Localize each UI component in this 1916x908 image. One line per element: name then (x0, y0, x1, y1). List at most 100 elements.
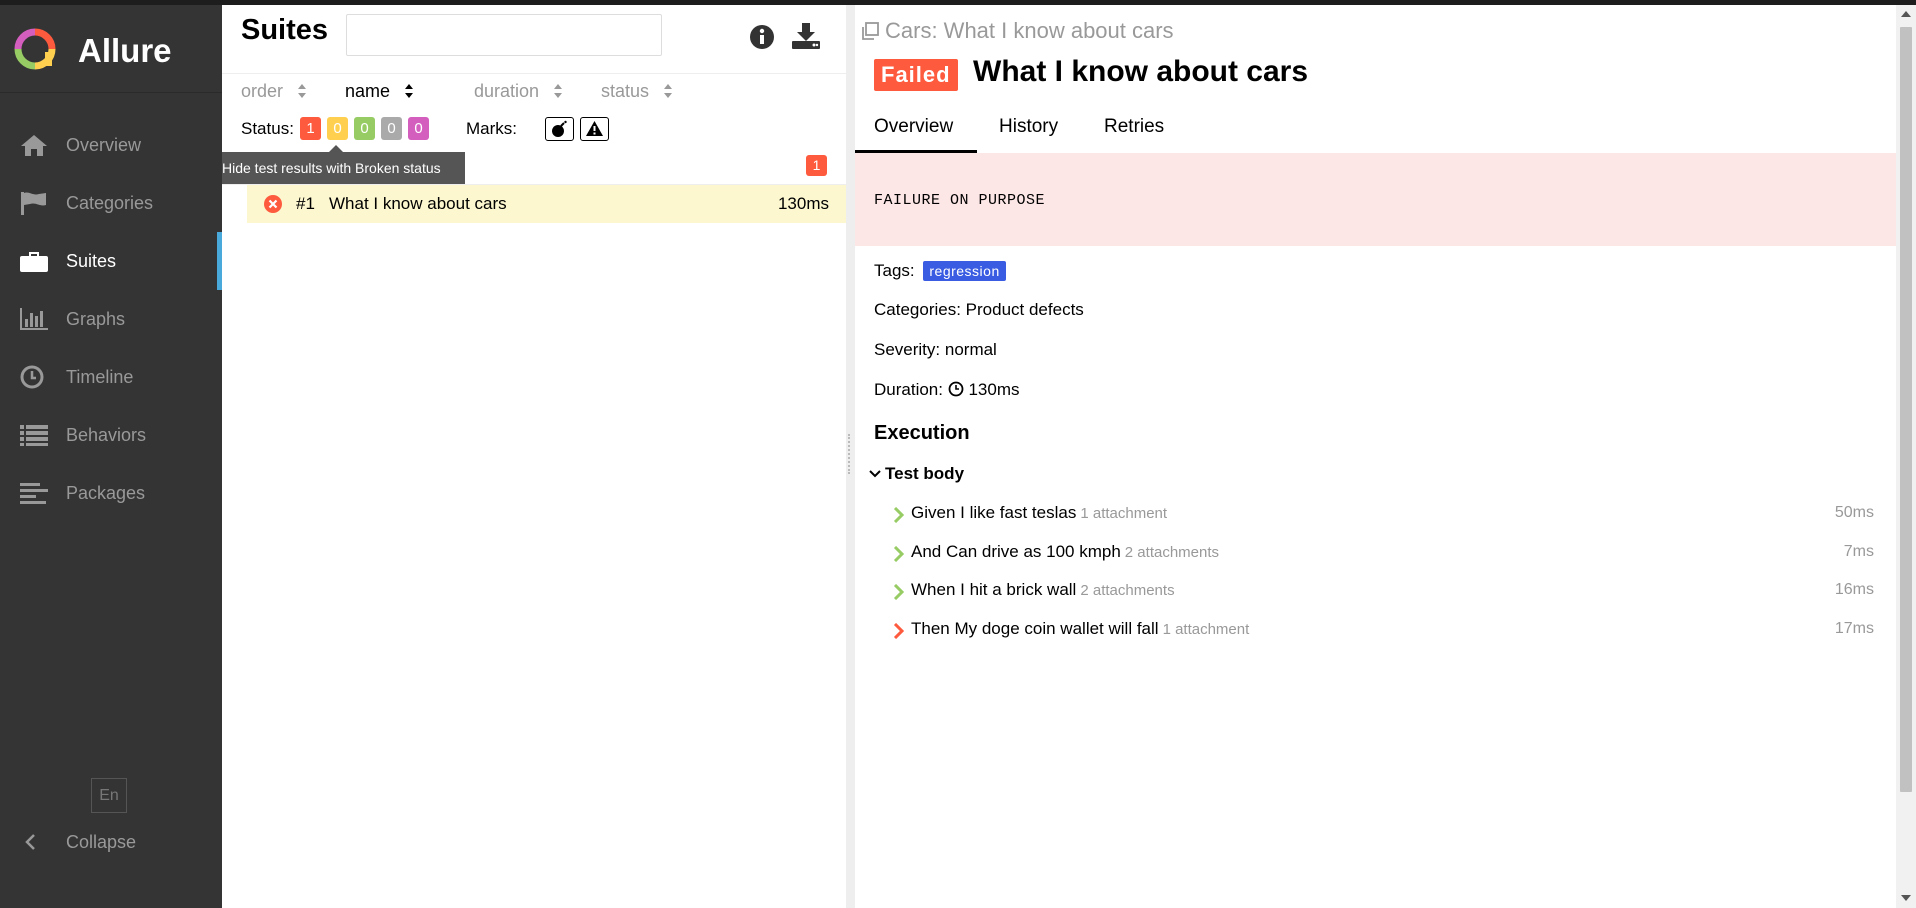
collapse-button[interactable]: Collapse (0, 823, 222, 863)
tags-label: Tags: (874, 261, 915, 280)
sidebar-item-suites[interactable]: Suites (0, 232, 222, 290)
failed-status-icon (264, 195, 282, 213)
step-name: When I hit a brick wall (911, 580, 1077, 599)
clock-icon (948, 381, 964, 397)
categories-value: Product defects (965, 300, 1084, 319)
step-row[interactable]: And Can drive as 100 kmph 2 attachments 7… (893, 542, 1893, 568)
align-left-icon (20, 483, 48, 504)
tab-history[interactable]: History (999, 116, 1058, 138)
chevron-down-icon (869, 470, 881, 478)
test-detail-pane: Cars: What I know about cars Failed What… (855, 5, 1896, 908)
tab-bar: Overview History Retries (855, 109, 1896, 154)
known-issue-mark-toggle[interactable] (580, 117, 609, 141)
sort-duration[interactable]: duration (474, 81, 563, 102)
duration-row: Duration: 130ms (874, 380, 1019, 400)
clock-icon (20, 365, 44, 389)
collapse-label: Collapse (66, 832, 137, 852)
breadcrumb-text: Cars: What I know about cars (885, 18, 1174, 43)
flag-icon (21, 192, 46, 215)
test-body-label: Test body (885, 464, 965, 483)
sidebar-item-label: Timeline (66, 367, 134, 387)
step-name: And Can drive as 100 kmph (911, 542, 1121, 561)
sidebar-item-behaviors[interactable]: Behaviors (0, 406, 222, 464)
tooltip-text: Hide test results with Broken status (222, 160, 441, 176)
chevron-left-icon (25, 834, 35, 850)
sort-label: order (241, 81, 284, 101)
test-body-toggle[interactable]: Test body (869, 464, 964, 484)
sort-icon (405, 84, 414, 98)
step-attachments: 2 attachments (1124, 544, 1220, 561)
search-input[interactable] (346, 14, 662, 56)
chevron-right-icon (893, 507, 905, 523)
sort-icon (554, 84, 563, 98)
test-number: #1 (296, 194, 315, 213)
sort-name[interactable]: name (345, 81, 414, 102)
sort-order[interactable]: order (241, 81, 307, 102)
tab-retries[interactable]: Retries (1104, 116, 1164, 138)
status-broken-toggle[interactable]: 0 (327, 117, 348, 140)
test-name: What I know about cars (329, 194, 507, 213)
status-badge: Failed (874, 59, 958, 91)
sort-label: duration (474, 81, 540, 101)
tooltip: Hide test results with Broken status (222, 145, 465, 184)
info-icon[interactable] (749, 24, 775, 50)
scroll-down-arrow[interactable] (1901, 895, 1911, 901)
download-icon[interactable] (791, 21, 821, 51)
flaky-mark-toggle[interactable] (545, 117, 574, 141)
status-skipped-toggle[interactable]: 0 (381, 117, 402, 140)
sidebar-nav: Overview Categories Suites Graphs Timeli… (0, 116, 222, 522)
sidebar-item-label: Categories (66, 193, 154, 213)
sort-label: status (601, 81, 650, 101)
table-row[interactable]: #1 What I know about cars 130ms (247, 185, 846, 223)
breadcrumb[interactable]: Cars: What I know about cars (860, 18, 1174, 44)
divider (222, 73, 846, 74)
sidebar-item-label: Graphs (66, 309, 126, 329)
step-name: Given I like fast teslas (911, 503, 1077, 522)
briefcase-icon (20, 252, 48, 272)
step-duration: 17ms (1834, 620, 1874, 637)
severity-value: normal (944, 340, 997, 359)
page-title: What I know about cars (973, 55, 1309, 88)
chevron-right-icon (893, 584, 905, 600)
sidebar-item-label: Overview (66, 135, 142, 155)
sidebar-item-label: Behaviors (66, 425, 147, 445)
sidebar-item-timeline[interactable]: Timeline (0, 348, 222, 406)
scrollbar[interactable] (1896, 5, 1916, 908)
status-failed-toggle[interactable]: 1 (300, 117, 321, 140)
scrollbar-thumb[interactable] (1900, 27, 1912, 792)
execution-heading: Execution (874, 422, 970, 444)
sidebar-item-graphs[interactable]: Graphs (0, 290, 222, 348)
pane-title: Suites (241, 14, 329, 46)
step-duration: 50ms (1834, 504, 1874, 521)
step-row[interactable]: Given I like fast teslas 1 attachment 50m… (893, 503, 1893, 529)
step-row[interactable]: Then My doge coin wallet will fall 1 atta… (893, 619, 1893, 645)
scroll-up-arrow[interactable] (1901, 11, 1911, 17)
language-switcher[interactable]: En (91, 778, 127, 813)
tag-badge[interactable]: regression (923, 261, 1006, 281)
status-unknown-toggle[interactable]: 0 (408, 117, 429, 140)
step-row[interactable]: When I hit a brick wall 2 attachments 16m… (893, 580, 1893, 606)
tab-overview[interactable]: Overview (874, 116, 953, 138)
error-message-box[interactable]: FAILURE ON PURPOSE (855, 153, 1896, 246)
status-passed-toggle[interactable]: 0 (354, 117, 375, 140)
test-duration: 130ms (777, 194, 829, 213)
step-attachments: 1 attachment (1080, 505, 1168, 522)
sidebar-item-overview[interactable]: Overview (0, 116, 222, 174)
sort-icon (664, 84, 673, 98)
brand[interactable]: Allure (0, 5, 222, 93)
suites-pane: Suites order name duration status Status… (222, 5, 846, 908)
sort-status[interactable]: status (601, 81, 673, 102)
categories-label: Categories: (874, 300, 961, 319)
sort-label: name (345, 81, 391, 101)
severity-label: Severity: (874, 340, 941, 359)
copy-icon (862, 22, 879, 40)
list-icon (20, 425, 48, 446)
step-attachments: 2 attachments (1080, 582, 1175, 599)
app-name: Allure (78, 32, 172, 69)
group-failed-count: 1 (806, 155, 827, 176)
sidebar-item-packages[interactable]: Packages (0, 464, 222, 522)
categories-row: Categories: Product defects (874, 300, 1084, 320)
sidebar-item-categories[interactable]: Categories (0, 174, 222, 232)
sidebar-item-label: Packages (66, 483, 146, 503)
allure-logo-icon (14, 28, 56, 70)
